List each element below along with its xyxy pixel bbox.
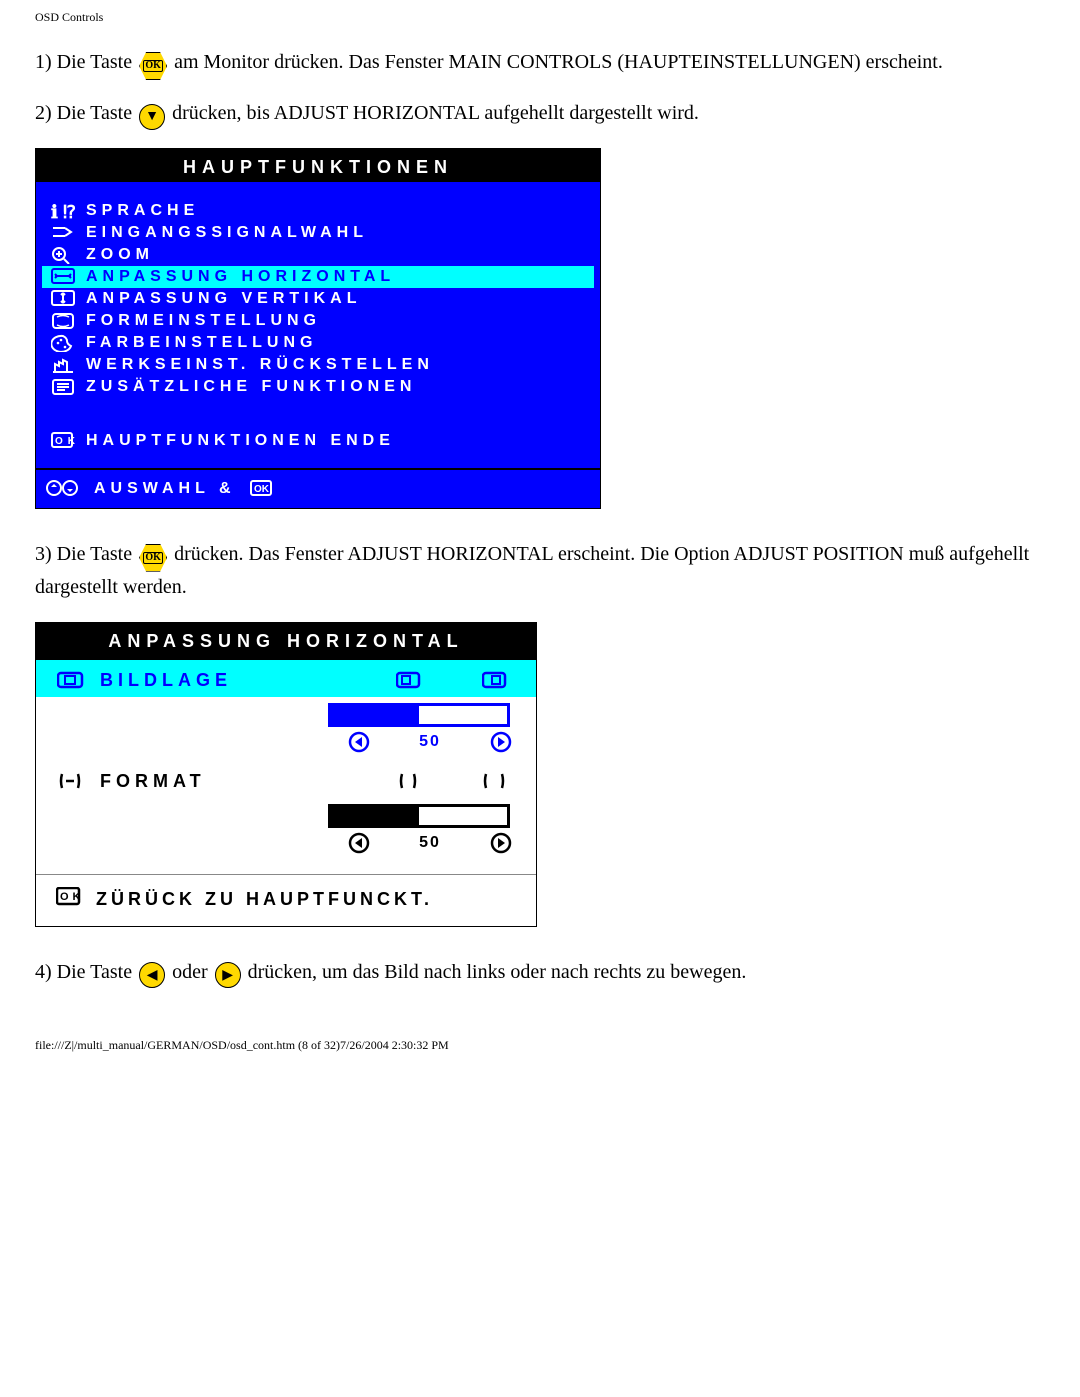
osd-menu-item[interactable]: FARBEINSTELLUNG [42, 332, 594, 354]
h-arrows-icon [48, 268, 78, 286]
osd2-position-bar-row [36, 697, 536, 729]
position-left-icon [396, 670, 422, 690]
ok-icon [250, 480, 274, 498]
globe-question-icon [48, 202, 78, 220]
osd-main-controls: HAUPTFUNKTIONEN SPRACHE EINGANGSSIGNALWAH… [35, 148, 601, 509]
list-box-icon [48, 378, 78, 396]
osd2-format-bar[interactable] [328, 804, 510, 828]
osd-menu-label: SPRACHE [78, 202, 588, 220]
format-icon [56, 771, 86, 791]
osd-exit-label: HAUPTFUNKTIONEN ENDE [78, 432, 588, 450]
step-2-text-b: drücken, bis ADJUST HORIZONTAL aufgehell… [172, 102, 699, 124]
osd2-format-value: 50 [370, 834, 490, 852]
osd2-position-value: 50 [370, 733, 490, 751]
step-2: 2) Die Taste ▼ drücken, bis ADJUST HORIZ… [35, 98, 1045, 130]
ok-icon [48, 432, 78, 450]
ok-icon [56, 887, 82, 912]
ok-button-icon: OK [139, 47, 167, 80]
footer-path: file:///Z|/multi_manual/GERMAN/OSD/osd_c… [35, 1038, 1045, 1063]
osd2-position-bar[interactable] [328, 703, 510, 727]
osd-adjust-horizontal: ANPASSUNG HORIZONTAL BILDLAGE 50 [35, 622, 537, 927]
page-header: OSD Controls [35, 10, 1045, 25]
osd-menu-item[interactable]: ZOOM [42, 244, 594, 266]
osd-menu-label: WERKSEINST. RÜCKSTELLEN [78, 356, 588, 374]
step-1-text-b: am Monitor drücken. Das Fenster MAIN CON… [174, 51, 943, 73]
left-arrow-icon[interactable] [348, 832, 370, 854]
osd-menu-item[interactable]: ANPASSUNG VERTIKAL [42, 288, 594, 310]
osd2-title: ANPASSUNG HORIZONTAL [36, 623, 536, 660]
left-arrow-icon[interactable] [348, 731, 370, 753]
left-button-icon: ◀ [139, 958, 165, 989]
v-arrows-icon [48, 290, 78, 308]
screen-shape-icon [48, 312, 78, 330]
step-4-text-b: oder [172, 961, 213, 983]
size-narrow-icon [396, 771, 422, 791]
input-arrow-icon [48, 224, 78, 242]
osd-menu-label: FORMEINSTELLUNG [78, 312, 588, 330]
osd-menu-label: ANPASSUNG VERTIKAL [78, 290, 588, 308]
step-3-text-a: 3) Die Taste [35, 543, 137, 565]
osd-main-title: HAUPTFUNKTIONEN [36, 149, 600, 182]
osd-menu-label: ZOOM [78, 246, 588, 264]
right-arrow-icon[interactable] [490, 832, 512, 854]
position-icon [56, 670, 86, 690]
osd-menu-item[interactable]: SPRACHE [42, 200, 594, 222]
osd2-back-row[interactable]: ZÜRÜCK ZU HAUPTFUNCKT. [36, 874, 536, 926]
right-arrow-icon[interactable] [490, 731, 512, 753]
step-3: 3) Die Taste OK drücken. Das Fenster ADJ… [35, 539, 1045, 602]
step-4-text-c: drücken, um das Bild nach links oder nac… [248, 961, 747, 983]
osd-menu-item[interactable]: FORMEINSTELLUNG [42, 310, 594, 332]
right-button-icon: ▶ [215, 958, 241, 989]
osd-menu-label: ZUSÄTZLICHE FUNKTIONEN [78, 378, 588, 396]
osd2-section-format[interactable]: FORMAT [36, 761, 536, 798]
factory-icon [48, 356, 78, 374]
magnify-plus-icon [48, 246, 78, 264]
size-wide-icon [482, 771, 508, 791]
osd-footer-label: AUSWAHL & [94, 480, 236, 498]
osd2-format-value-row: 50 [36, 830, 536, 862]
osd-menu-item[interactable]: ANPASSUNG HORIZONTAL [42, 266, 594, 288]
osd-menu-label: EINGANGSSIGNALWAHL [78, 224, 588, 242]
osd2-position-value-row: 50 [36, 729, 536, 761]
step-4-text-a: 4) Die Taste [35, 961, 137, 983]
osd2-back-label: ZÜRÜCK ZU HAUPTFUNCKT. [96, 889, 433, 910]
osd-menu-item[interactable]: ZUSÄTZLICHE FUNKTIONEN [42, 376, 594, 398]
step-1: 1) Die Taste OK am Monitor drücken. Das … [35, 47, 1045, 80]
up-down-icon [46, 480, 80, 498]
osd2-format-bar-row [36, 798, 536, 830]
osd-menu-label: ANPASSUNG HORIZONTAL [78, 268, 588, 286]
osd-exit-row[interactable]: HAUPTFUNKTIONEN ENDE [42, 430, 594, 452]
osd-menu-item[interactable]: EINGANGSSIGNALWAHL [42, 222, 594, 244]
osd2-section-position[interactable]: BILDLAGE [36, 660, 536, 697]
osd-menu-item[interactable]: WERKSEINST. RÜCKSTELLEN [42, 354, 594, 376]
osd2-format-label: FORMAT [100, 771, 382, 792]
osd-menu-label: FARBEINSTELLUNG [78, 334, 588, 352]
osd2-position-label: BILDLAGE [100, 670, 382, 691]
step-4: 4) Die Taste ◀ oder ▶ drücken, um das Bi… [35, 957, 1045, 989]
step-2-text-a: 2) Die Taste [35, 102, 137, 124]
palette-icon [48, 334, 78, 352]
position-right-icon [482, 670, 508, 690]
down-button-icon: ▼ [139, 99, 165, 130]
step-3-text-b: drücken. Das Fenster ADJUST HORIZONTAL e… [35, 543, 1029, 598]
step-1-text-a: 1) Die Taste [35, 51, 137, 73]
osd-main-footer: AUSWAHL & [36, 468, 600, 508]
ok-button-icon: OK [139, 539, 167, 572]
